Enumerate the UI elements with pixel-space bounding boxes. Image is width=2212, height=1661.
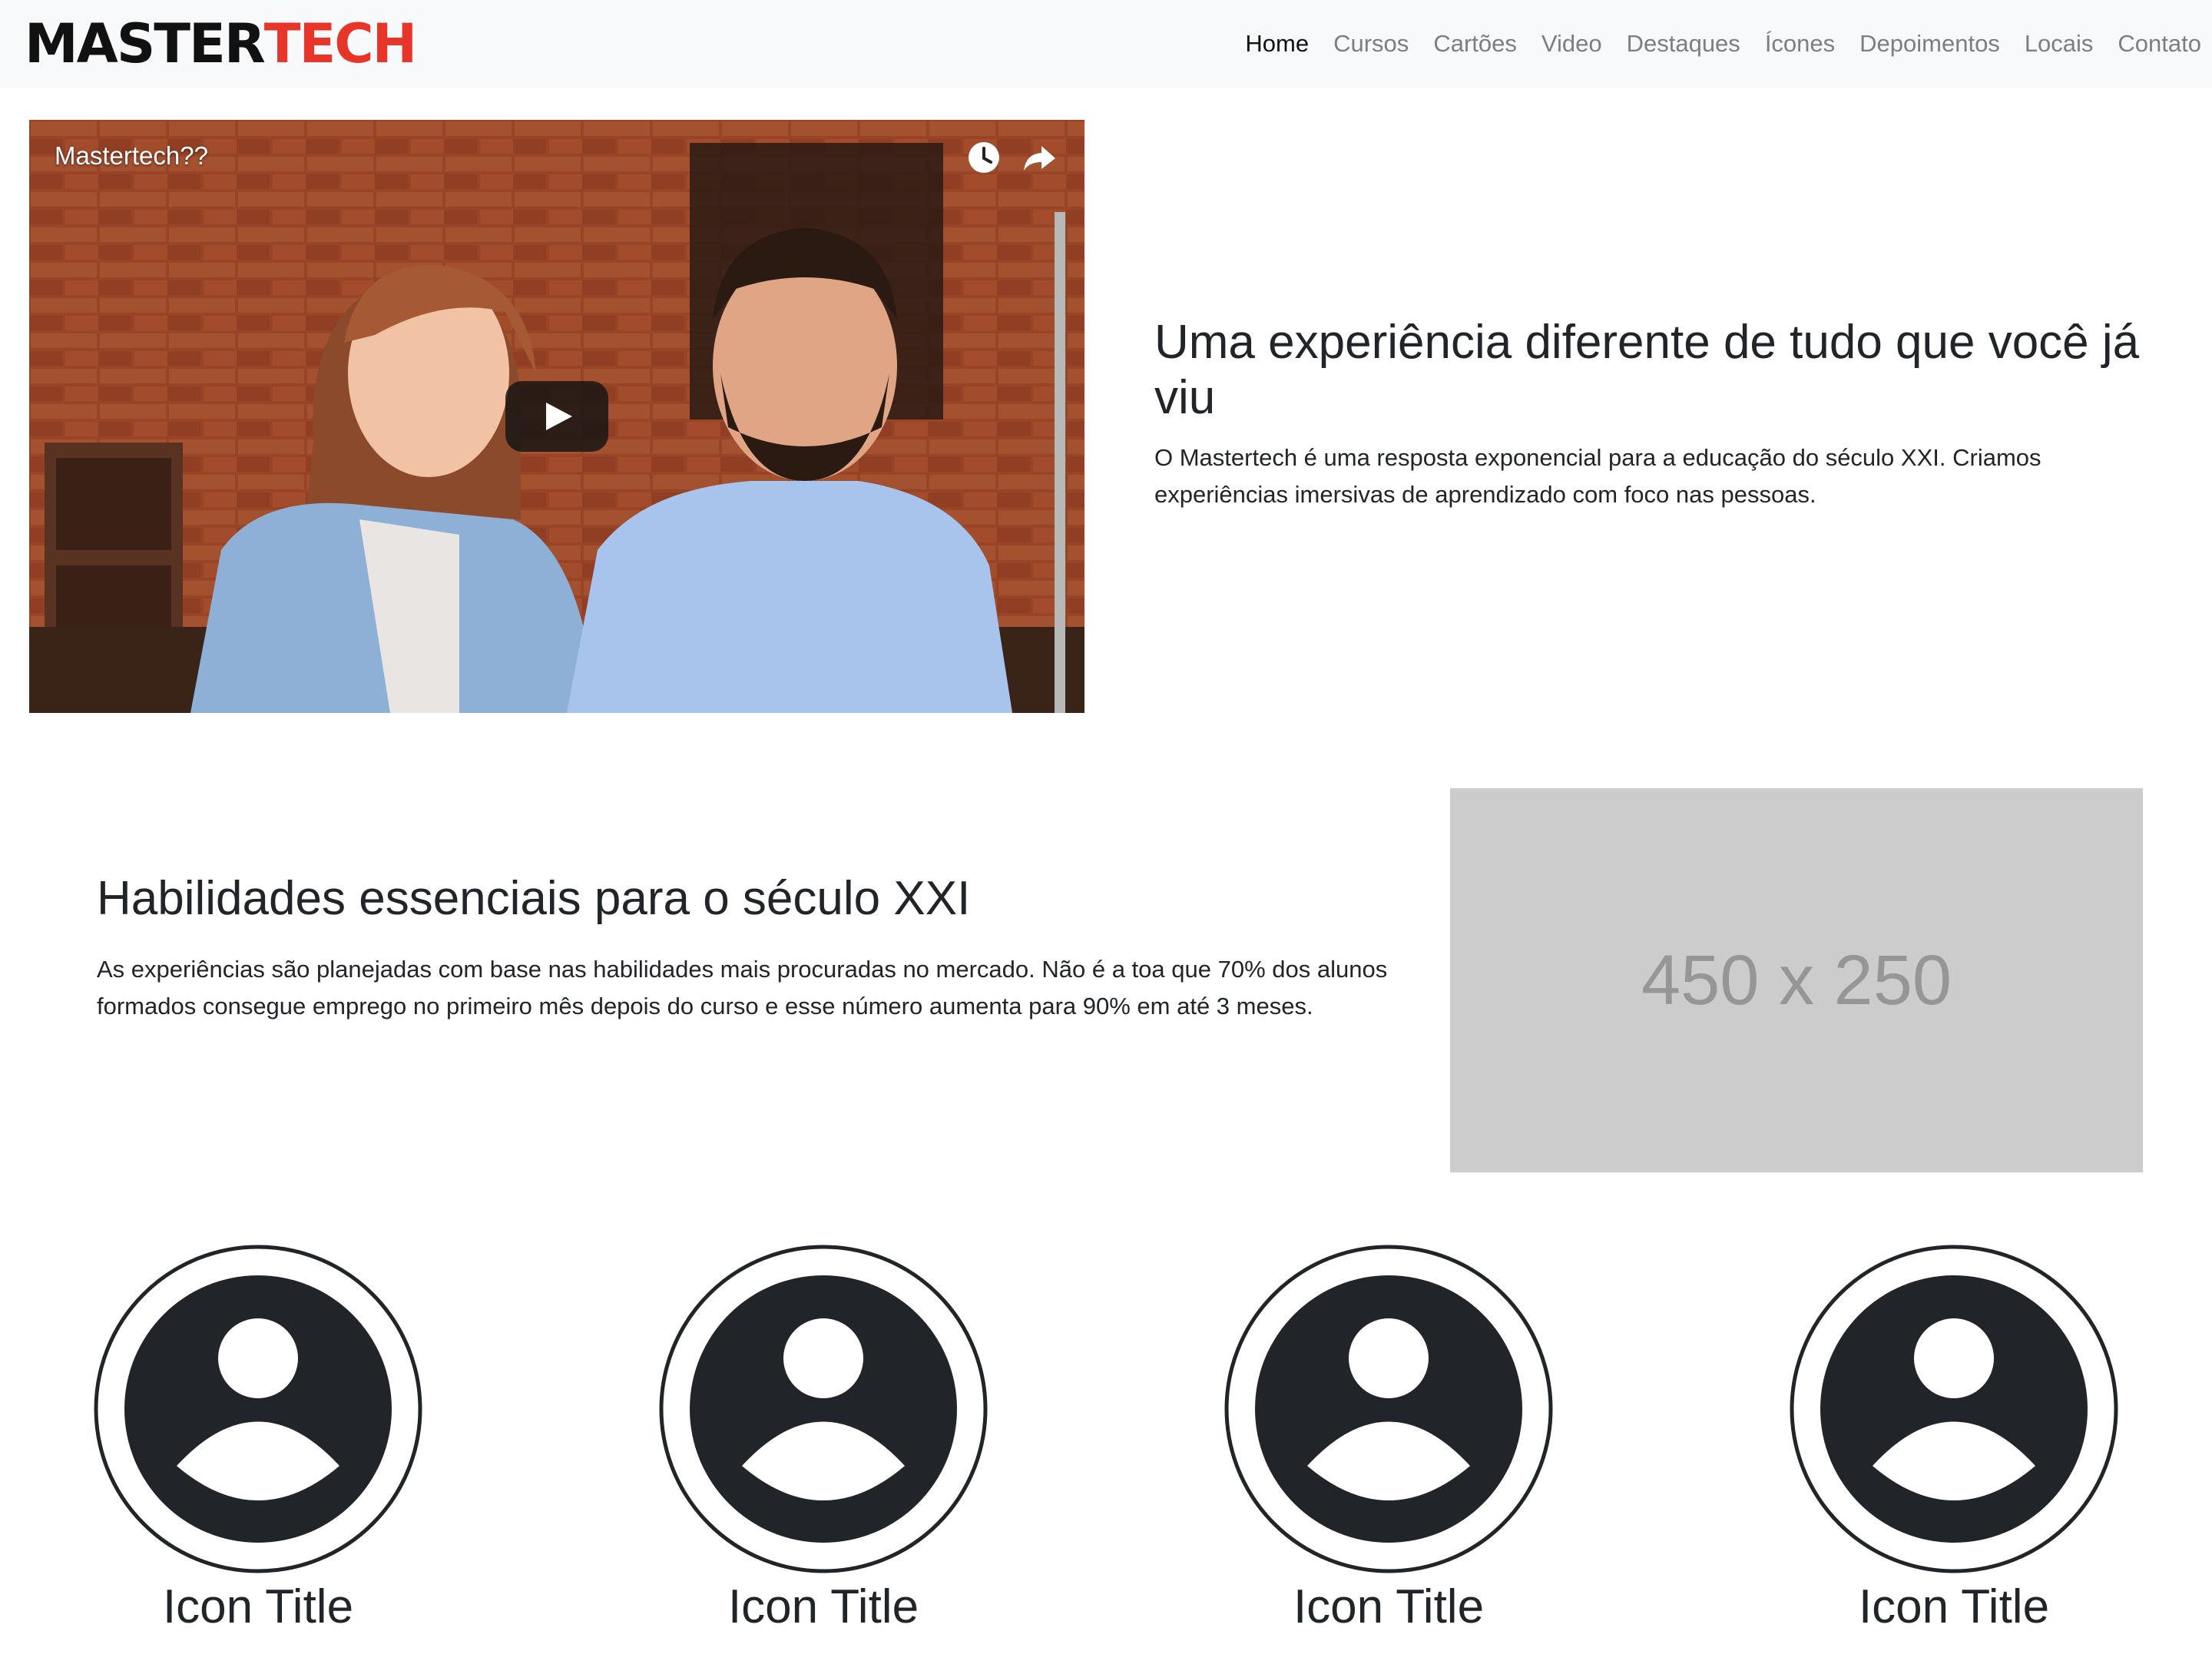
user-icon xyxy=(1790,1245,2118,1573)
nav-item-destaques[interactable]: Destaques xyxy=(1627,30,1740,58)
intro-text: O Mastertech é uma resposta exponencial … xyxy=(1154,444,2041,508)
brand-logo-part1: MASTER xyxy=(25,12,266,75)
nav-item-video[interactable]: Video xyxy=(1541,30,1602,58)
icon-title: Icon Title xyxy=(1293,1580,1485,1633)
icon-card: Icon Title xyxy=(1223,1243,1555,1643)
watch-later-button[interactable] xyxy=(966,140,1002,175)
clock-icon xyxy=(969,142,999,173)
play-button[interactable] xyxy=(505,381,608,452)
user-icon xyxy=(94,1245,422,1573)
placeholder-image: 450 x 250 xyxy=(1450,788,2143,1172)
icon-title: Icon Title xyxy=(727,1580,919,1633)
nav-item-contato[interactable]: Contato xyxy=(2118,30,2201,58)
nav-menu: Home Cursos Cartões Video Destaques Ícon… xyxy=(1245,0,2201,88)
skills-heading: Habilidades essenciais para o século XXI xyxy=(97,872,971,925)
nav-item-locais[interactable]: Locais xyxy=(2025,30,2094,58)
share-icon xyxy=(1024,146,1055,171)
icon-title: Icon Title xyxy=(162,1580,354,1633)
nav-item-icones[interactable]: Ícones xyxy=(1765,30,1835,58)
nav-item-cartoes[interactable]: Cartões xyxy=(1433,30,1517,58)
placeholder-label: 450 x 250 xyxy=(1641,940,1952,1019)
icon-title: Icon Title xyxy=(1858,1580,2050,1633)
nav-item-home[interactable]: Home xyxy=(1245,30,1309,58)
share-button[interactable] xyxy=(1022,140,1057,175)
icon-card: Icon Title xyxy=(92,1243,424,1643)
user-icon xyxy=(1224,1245,1553,1573)
brand-logo-part2: TECH xyxy=(263,12,418,75)
navbar: MASTER TECH Home Cursos Cartões Video Des… xyxy=(0,0,2212,88)
nav-item-cursos[interactable]: Cursos xyxy=(1333,30,1409,58)
icon-card: Icon Title xyxy=(1788,1243,2120,1643)
skills-text: As experiências são planejadas com base … xyxy=(97,956,1388,1019)
brand-logo[interactable]: MASTER TECH xyxy=(25,12,418,75)
video-player[interactable]: Mastertech?? xyxy=(29,120,1084,713)
video-title: Mastertech?? xyxy=(55,141,208,170)
user-icon xyxy=(659,1245,988,1573)
nav-item-depoimentos[interactable]: Depoimentos xyxy=(1859,30,2000,58)
intro-heading: Uma experiência diferente de tudo que vo… xyxy=(1154,316,2140,424)
icon-card: Icon Title xyxy=(657,1243,989,1643)
